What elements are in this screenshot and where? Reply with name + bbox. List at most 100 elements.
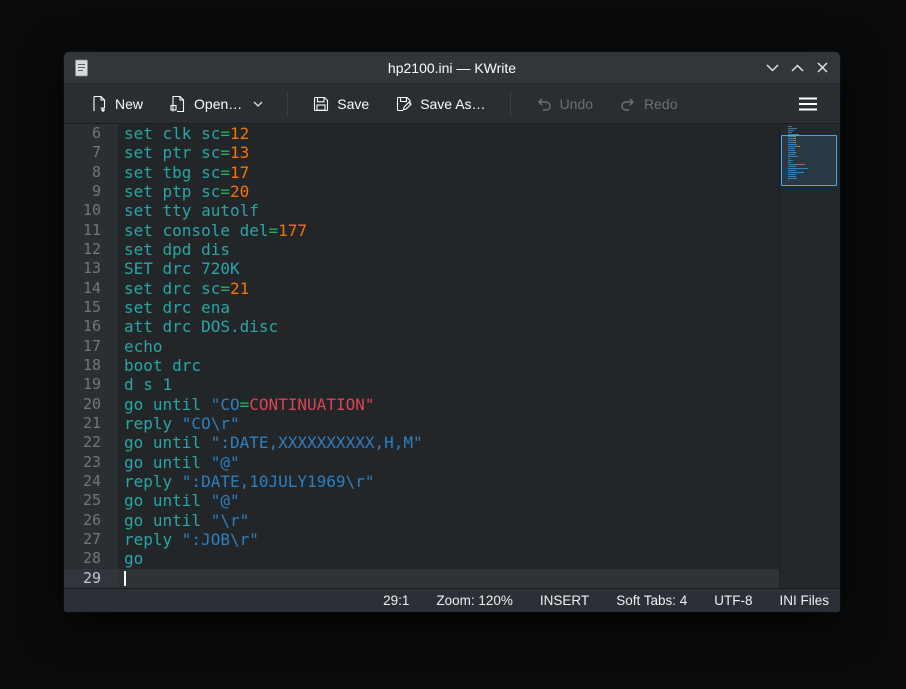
statusbar-highlight-mode[interactable]: INI Files [779, 593, 829, 608]
line-number: 21 [64, 414, 118, 433]
line-number: 9 [64, 182, 118, 201]
statusbar-zoom-level[interactable]: Zoom: 120% [436, 593, 513, 608]
line-text: go until "@" [118, 491, 779, 510]
line-number: 17 [64, 337, 118, 356]
line-text: set dpd dis [118, 240, 779, 259]
line-text: go until ":DATE,XXXXXXXXXX,H,M" [118, 433, 779, 452]
editor-line-26[interactable]: 26go until "\r" [64, 511, 779, 530]
menu-button[interactable] [790, 92, 826, 116]
line-text: set ptp sc=20 [118, 182, 779, 201]
line-text: set clk sc=12 [118, 124, 779, 143]
line-text: go [118, 549, 779, 568]
toolbar-separator [510, 91, 511, 117]
window-title: hp2100.ini — KWrite [64, 60, 840, 76]
line-number: 14 [64, 279, 118, 298]
redo-button[interactable]: Redo [611, 90, 685, 118]
open-dropdown-arrow[interactable] [253, 101, 263, 107]
line-text: SET drc 720K [118, 259, 779, 278]
line-number: 19 [64, 375, 118, 394]
line-number: 12 [64, 240, 118, 259]
editor-line-16[interactable]: 16att drc DOS.disc [64, 317, 779, 336]
undo-button[interactable]: Undo [527, 90, 601, 118]
line-number: 6 [64, 124, 118, 143]
line-text: reply ":DATE,10JULY1969\r" [118, 472, 779, 491]
save-as-button-label: Save As… [420, 96, 485, 112]
editor-line-9[interactable]: 9set ptp sc=20 [64, 182, 779, 201]
line-text: boot drc [118, 356, 779, 375]
line-number: 20 [64, 395, 118, 414]
editor-line-19[interactable]: 19d s 1 [64, 375, 779, 394]
editor-line-21[interactable]: 21reply "CO\r" [64, 414, 779, 433]
editor-line-25[interactable]: 25go until "@" [64, 491, 779, 510]
chevron-up-icon [791, 64, 804, 72]
line-number: 24 [64, 472, 118, 491]
editor-line-8[interactable]: 8set tbg sc=17 [64, 163, 779, 182]
line-number: 26 [64, 511, 118, 530]
close-icon [817, 62, 828, 73]
editor-line-20[interactable]: 20go until "CO=CONTINUATION" [64, 395, 779, 414]
editor-line-22[interactable]: 22go until ":DATE,XXXXXXXXXX,H,M" [64, 433, 779, 452]
editor-line-15[interactable]: 15set drc ena [64, 298, 779, 317]
line-text: set ptr sc=13 [118, 143, 779, 162]
editor-line-24[interactable]: 24reply ":DATE,10JULY1969\r" [64, 472, 779, 491]
statusbar: 29:1 Zoom: 120% INSERT Soft Tabs: 4 UTF-8 INI… [64, 588, 840, 612]
minimap-scrollbar[interactable] [779, 124, 840, 588]
statusbar-encoding[interactable]: UTF-8 [714, 593, 752, 608]
editor-line-23[interactable]: 23go until "@" [64, 453, 779, 472]
editor-line-14[interactable]: 14set drc sc=21 [64, 279, 779, 298]
line-text: echo [118, 337, 779, 356]
line-text: reply "CO\r" [118, 414, 779, 433]
save-as-button[interactable]: Save As… [387, 90, 493, 118]
editor-line-28[interactable]: 28go [64, 549, 779, 568]
line-text [118, 569, 779, 588]
save-as-icon [395, 95, 413, 113]
editor-line-17[interactable]: 17echo [64, 337, 779, 356]
save-icon [312, 95, 330, 113]
line-text: set tbg sc=17 [118, 163, 779, 182]
statusbar-insert-mode[interactable]: INSERT [540, 593, 589, 608]
line-number: 10 [64, 201, 118, 220]
line-text: set tty autolf [118, 201, 779, 220]
line-text: reply ":JOB\r" [118, 530, 779, 549]
statusbar-cursor-position[interactable]: 29:1 [383, 593, 409, 608]
editor-line-6[interactable]: 6set clk sc=12 [64, 124, 779, 143]
line-text: go until "\r" [118, 511, 779, 530]
line-number: 16 [64, 317, 118, 336]
line-text: set drc sc=21 [118, 279, 779, 298]
minimize-button[interactable] [764, 60, 780, 76]
minimap-view-rectangle[interactable] [781, 135, 837, 186]
text-cursor [124, 571, 126, 586]
line-text: att drc DOS.disc [118, 317, 779, 336]
open-button-label: Open… [194, 96, 242, 112]
maximize-button[interactable] [789, 60, 805, 76]
line-number: 29 [64, 569, 118, 588]
text-editor[interactable]: 6set clk sc=127set ptr sc=138set tbg sc=… [64, 124, 840, 588]
close-button[interactable] [814, 60, 830, 76]
editor-line-10[interactable]: 10set tty autolf [64, 201, 779, 220]
save-button[interactable]: Save [304, 90, 377, 118]
line-number: 11 [64, 221, 118, 240]
line-number: 23 [64, 453, 118, 472]
statusbar-tab-settings[interactable]: Soft Tabs: 4 [616, 593, 687, 608]
editor-line-18[interactable]: 18boot drc [64, 356, 779, 375]
toolbar: New Open… Save [64, 84, 840, 124]
editor-line-27[interactable]: 27reply ":JOB\r" [64, 530, 779, 549]
chevron-down-icon [253, 101, 263, 107]
line-number: 18 [64, 356, 118, 375]
open-button[interactable]: Open… [161, 90, 271, 118]
new-button[interactable]: New [82, 90, 151, 118]
editor-lines[interactable]: 6set clk sc=127set ptr sc=138set tbg sc=… [64, 124, 779, 588]
line-number: 27 [64, 530, 118, 549]
undo-button-label: Undo [560, 96, 593, 112]
editor-line-11[interactable]: 11set console del=177 [64, 221, 779, 240]
titlebar[interactable]: hp2100.ini — KWrite [64, 52, 840, 84]
open-document-icon [169, 95, 187, 113]
line-number: 7 [64, 143, 118, 162]
editor-line-12[interactable]: 12set dpd dis [64, 240, 779, 259]
editor-line-7[interactable]: 7set ptr sc=13 [64, 143, 779, 162]
editor-line-13[interactable]: 13SET drc 720K [64, 259, 779, 278]
line-text: d s 1 [118, 375, 779, 394]
editor-line-29[interactable]: 29 [64, 569, 779, 588]
line-text: set drc ena [118, 298, 779, 317]
line-text: go until "@" [118, 453, 779, 472]
